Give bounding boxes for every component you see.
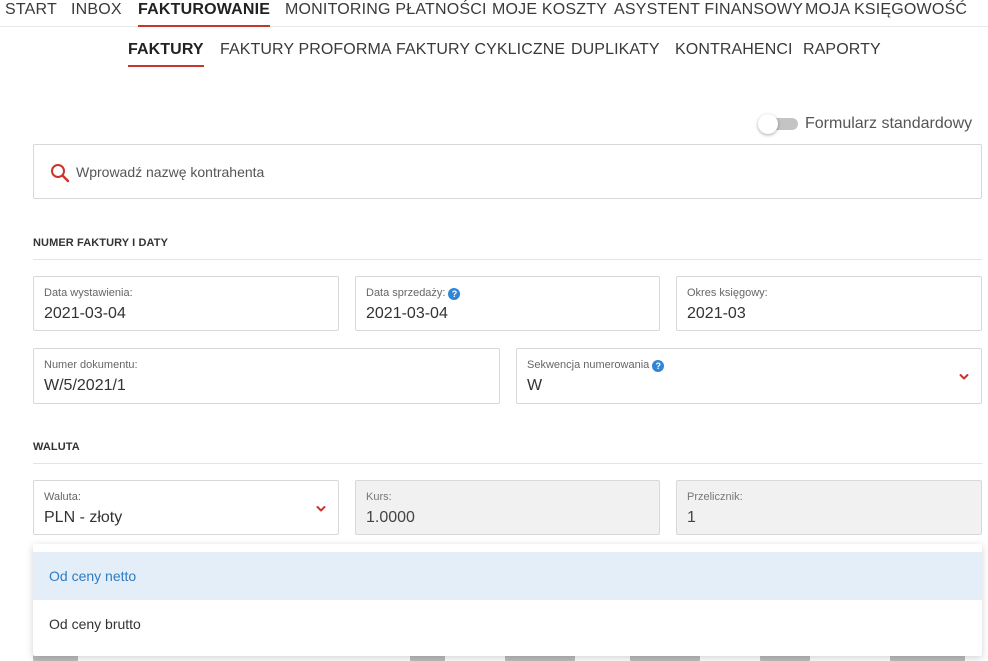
chevron-down-icon[interactable]	[316, 504, 326, 514]
sale-date-field[interactable]: Data sprzedaży:? 2021-03-04	[355, 276, 660, 331]
dropdown-option-net-price[interactable]: Od ceny netto	[33, 552, 982, 600]
tab-kontrahenci[interactable]: KONTRAHENCI	[675, 41, 793, 59]
accounting-period-value: 2021-03	[687, 305, 746, 322]
numbering-sequence-value: W	[527, 377, 543, 394]
currency-select[interactable]: Waluta: PLN - złoty	[33, 480, 339, 535]
topnav-item-inbox[interactable]: INBOX	[71, 1, 122, 19]
topnav-item-start[interactable]: START	[5, 1, 57, 19]
tab-faktury-cykliczne[interactable]: FAKTURY CYKLICZNE	[396, 41, 565, 59]
issue-date-label: Data wystawienia:	[44, 287, 133, 299]
topnav-item-monitoring[interactable]: MONITORING PŁATNOŚCI	[285, 1, 487, 19]
currency-label: Waluta:	[44, 491, 81, 503]
price-basis-dropdown: Od ceny netto Od ceny brutto	[33, 544, 982, 656]
topnav-item-ksiegowosc[interactable]: MOJA KSIĘGOWOŚĆ	[805, 1, 967, 19]
help-icon[interactable]: ?	[652, 360, 665, 372]
section-header-invoice-dates: NUMER FAKTURY I DATY	[33, 237, 982, 260]
tab-duplikaty[interactable]: DUPLIKATY	[571, 41, 660, 59]
document-number-field[interactable]: Numer dokumentu: W/5/2021/1	[33, 348, 500, 404]
accounting-period-label: Okres księgowy:	[687, 287, 768, 299]
exchange-rate-field: Kurs: 1.0000	[355, 480, 660, 535]
numbering-sequence-select[interactable]: Sekwencja numerowania? W	[516, 348, 982, 404]
contractor-search-input[interactable]	[76, 145, 966, 198]
help-icon[interactable]: ?	[448, 288, 461, 300]
converter-label: Przelicznik:	[687, 491, 743, 503]
exchange-rate-label: Kurs:	[366, 491, 392, 503]
search-icon	[51, 164, 70, 183]
topnav-item-fakturowanie[interactable]: FAKTUROWANIE	[138, 1, 271, 27]
topnav-item-asystent[interactable]: ASYSTENT FINANSOWY	[614, 1, 803, 19]
converter-value: 1	[687, 509, 696, 526]
section-header-currency: WALUTA	[33, 441, 982, 464]
issue-date-value: 2021-03-04	[44, 305, 126, 322]
converter-field: Przelicznik: 1	[676, 480, 982, 535]
topnav-item-moje-koszty[interactable]: MOJE KOSZTY	[492, 1, 607, 19]
numbering-sequence-label: Sekwencja numerowania	[527, 359, 650, 371]
accounting-period-field[interactable]: Okres księgowy: 2021-03	[676, 276, 982, 331]
sale-date-label-wrap: Data sprzedaży:?	[366, 287, 461, 300]
numbering-sequence-label-wrap: Sekwencja numerowania?	[527, 359, 665, 372]
chevron-down-icon[interactable]	[959, 372, 969, 382]
document-number-value: W/5/2021/1	[44, 377, 126, 394]
sale-date-value: 2021-03-04	[366, 305, 448, 322]
exchange-rate-value: 1.0000	[366, 509, 415, 526]
standard-form-toggle[interactable]	[758, 114, 798, 134]
issue-date-field[interactable]: Data wystawienia: 2021-03-04	[33, 276, 339, 331]
standard-form-toggle-label[interactable]: Formularz standardowy	[805, 115, 972, 133]
sale-date-label: Data sprzedaży:	[366, 287, 446, 299]
toggle-knob	[758, 114, 778, 134]
contractor-search-box[interactable]	[33, 144, 982, 199]
tab-faktury-proforma[interactable]: FAKTURY PROFORMA	[220, 41, 392, 59]
tab-faktury[interactable]: FAKTURY	[128, 41, 204, 67]
top-navigation: START INBOX FAKTUROWANIE MONITORING PŁAT…	[0, 0, 988, 27]
tab-raporty[interactable]: RAPORTY	[803, 41, 881, 59]
document-number-label: Numer dokumentu:	[44, 359, 138, 371]
currency-value: PLN - złoty	[44, 509, 123, 526]
dropdown-option-gross-price[interactable]: Od ceny brutto	[33, 600, 982, 648]
